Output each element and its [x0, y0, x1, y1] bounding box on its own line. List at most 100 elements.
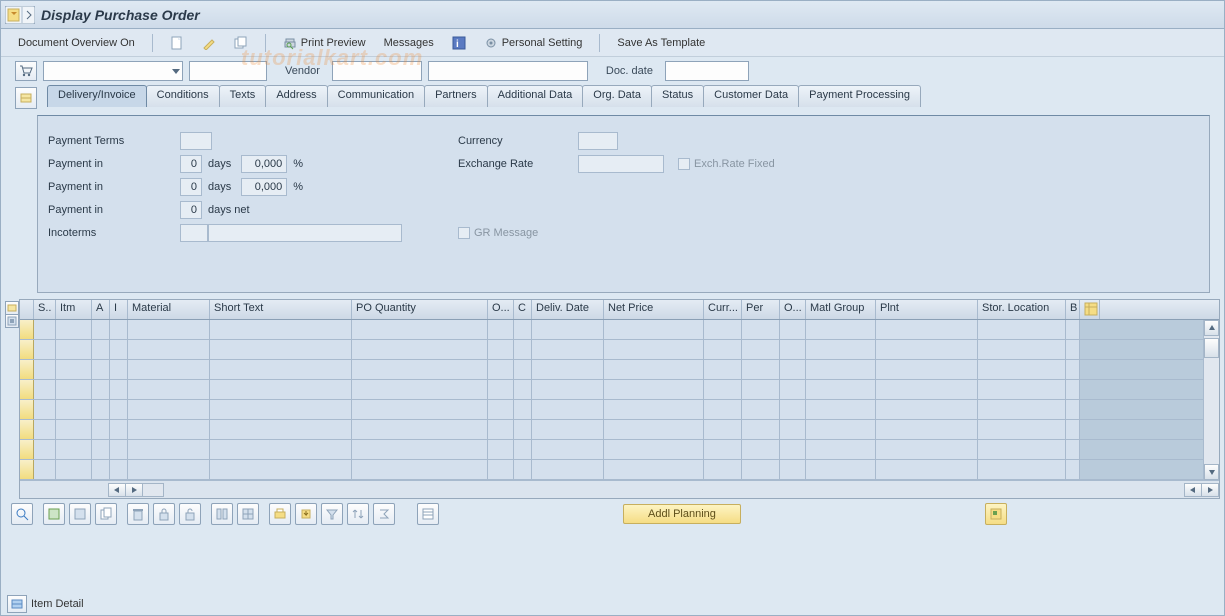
- menu-icon[interactable]: [5, 6, 35, 24]
- col-storloc[interactable]: Stor. Location: [978, 300, 1066, 319]
- cell-delivdate[interactable]: [532, 360, 604, 379]
- cell-a[interactable]: [92, 420, 110, 439]
- docdate-field[interactable]: [665, 61, 749, 81]
- cell-i[interactable]: [110, 340, 128, 359]
- scroll-up-icon[interactable]: [1204, 320, 1219, 336]
- cell-s[interactable]: [34, 340, 56, 359]
- layout-icon[interactable]: [417, 503, 439, 525]
- payment-in-days-1[interactable]: [180, 155, 202, 173]
- tab-custdata[interactable]: Customer Data: [703, 85, 799, 107]
- cell-curr[interactable]: [704, 360, 742, 379]
- cell-b[interactable]: [1066, 400, 1080, 419]
- cell-itm[interactable]: [56, 440, 92, 459]
- cell-s[interactable]: [34, 380, 56, 399]
- cell-c[interactable]: [514, 380, 532, 399]
- cell-o[interactable]: [488, 320, 514, 339]
- cell-o2[interactable]: [780, 440, 806, 459]
- payment-in-pct-1[interactable]: [241, 155, 287, 173]
- cell-storloc[interactable]: [978, 340, 1066, 359]
- cell-o[interactable]: [488, 400, 514, 419]
- cell-o2[interactable]: [780, 400, 806, 419]
- cell-plnt[interactable]: [876, 460, 978, 479]
- scroll-right-end-icon[interactable]: [1201, 483, 1219, 497]
- cell-netprice[interactable]: [604, 380, 704, 399]
- cell-poqty[interactable]: [352, 340, 488, 359]
- cell-per[interactable]: [742, 380, 780, 399]
- cell-per[interactable]: [742, 320, 780, 339]
- exchange-rate-field[interactable]: [578, 155, 664, 173]
- cell-b[interactable]: [1066, 380, 1080, 399]
- cell-poqty[interactable]: [352, 400, 488, 419]
- cell-a[interactable]: [92, 360, 110, 379]
- cell-netprice[interactable]: [604, 420, 704, 439]
- tab-status[interactable]: Status: [651, 85, 704, 107]
- grid-vscroll[interactable]: [1203, 320, 1219, 480]
- cell-plnt[interactable]: [876, 440, 978, 459]
- incoterms-code[interactable]: [180, 224, 208, 242]
- cell-poqty[interactable]: [352, 320, 488, 339]
- cell-o[interactable]: [488, 460, 514, 479]
- cell-itm[interactable]: [56, 380, 92, 399]
- cell-itm[interactable]: [56, 400, 92, 419]
- col-b[interactable]: B: [1066, 300, 1080, 319]
- filter-icon[interactable]: [321, 503, 343, 525]
- cell-o2[interactable]: [780, 340, 806, 359]
- cell-b[interactable]: [1066, 460, 1080, 479]
- cell-plnt[interactable]: [876, 320, 978, 339]
- cell-per[interactable]: [742, 340, 780, 359]
- tab-orgdata[interactable]: Org. Data: [582, 85, 652, 107]
- print-icon[interactable]: [269, 503, 291, 525]
- cell-netprice[interactable]: [604, 320, 704, 339]
- cell-poqty[interactable]: [352, 460, 488, 479]
- scroll-down-icon[interactable]: [1204, 464, 1219, 480]
- scroll-left-icon[interactable]: [108, 483, 126, 497]
- table-row[interactable]: [20, 320, 1203, 340]
- cell-storloc[interactable]: [978, 420, 1066, 439]
- table-row[interactable]: [20, 460, 1203, 480]
- row-selector[interactable]: [20, 460, 34, 479]
- payment-in-days-2[interactable]: [180, 178, 202, 196]
- cell-itm[interactable]: [56, 320, 92, 339]
- select-all-rows-icon[interactable]: [43, 503, 65, 525]
- cell-a[interactable]: [92, 440, 110, 459]
- cell-matlgroup[interactable]: [806, 360, 876, 379]
- row-selector[interactable]: [20, 340, 34, 359]
- payment-in-pct-2[interactable]: [241, 178, 287, 196]
- cell-shorttext[interactable]: [210, 360, 352, 379]
- cell-plnt[interactable]: [876, 340, 978, 359]
- addl-planning-button[interactable]: Addl Planning: [623, 504, 741, 524]
- cell-matlgroup[interactable]: [806, 380, 876, 399]
- messages-button[interactable]: Messages: [377, 34, 441, 52]
- col-delivdate[interactable]: Deliv. Date: [532, 300, 604, 319]
- cell-itm[interactable]: [56, 340, 92, 359]
- col-s[interactable]: S..: [34, 300, 56, 319]
- col-itm[interactable]: Itm: [56, 300, 92, 319]
- cell-o[interactable]: [488, 440, 514, 459]
- cell-material[interactable]: [128, 340, 210, 359]
- col-curr[interactable]: Curr...: [704, 300, 742, 319]
- cell-o2[interactable]: [780, 420, 806, 439]
- table-row[interactable]: [20, 380, 1203, 400]
- vendor-code-field[interactable]: [332, 61, 422, 81]
- cell-shorttext[interactable]: [210, 440, 352, 459]
- tab-delivery[interactable]: Delivery/Invoice: [47, 85, 147, 107]
- cell-curr[interactable]: [704, 460, 742, 479]
- download-icon[interactable]: [295, 503, 317, 525]
- cell-itm[interactable]: [56, 360, 92, 379]
- cell-o[interactable]: [488, 340, 514, 359]
- personal-setting-button[interactable]: Personal Setting: [477, 33, 590, 53]
- cell-a[interactable]: [92, 380, 110, 399]
- cell-c[interactable]: [514, 460, 532, 479]
- cell-c[interactable]: [514, 420, 532, 439]
- lock-icon[interactable]: [153, 503, 175, 525]
- document-overview-button[interactable]: Document Overview On: [11, 34, 142, 52]
- tab-payproc[interactable]: Payment Processing: [798, 85, 921, 107]
- cell-c[interactable]: [514, 360, 532, 379]
- cell-b[interactable]: [1066, 340, 1080, 359]
- cell-i[interactable]: [110, 420, 128, 439]
- cell-material[interactable]: [128, 320, 210, 339]
- propose-icon[interactable]: [211, 503, 233, 525]
- info-icon[interactable]: i: [445, 33, 473, 53]
- cell-delivdate[interactable]: [532, 420, 604, 439]
- scroll-thumb-h[interactable]: [142, 483, 164, 497]
